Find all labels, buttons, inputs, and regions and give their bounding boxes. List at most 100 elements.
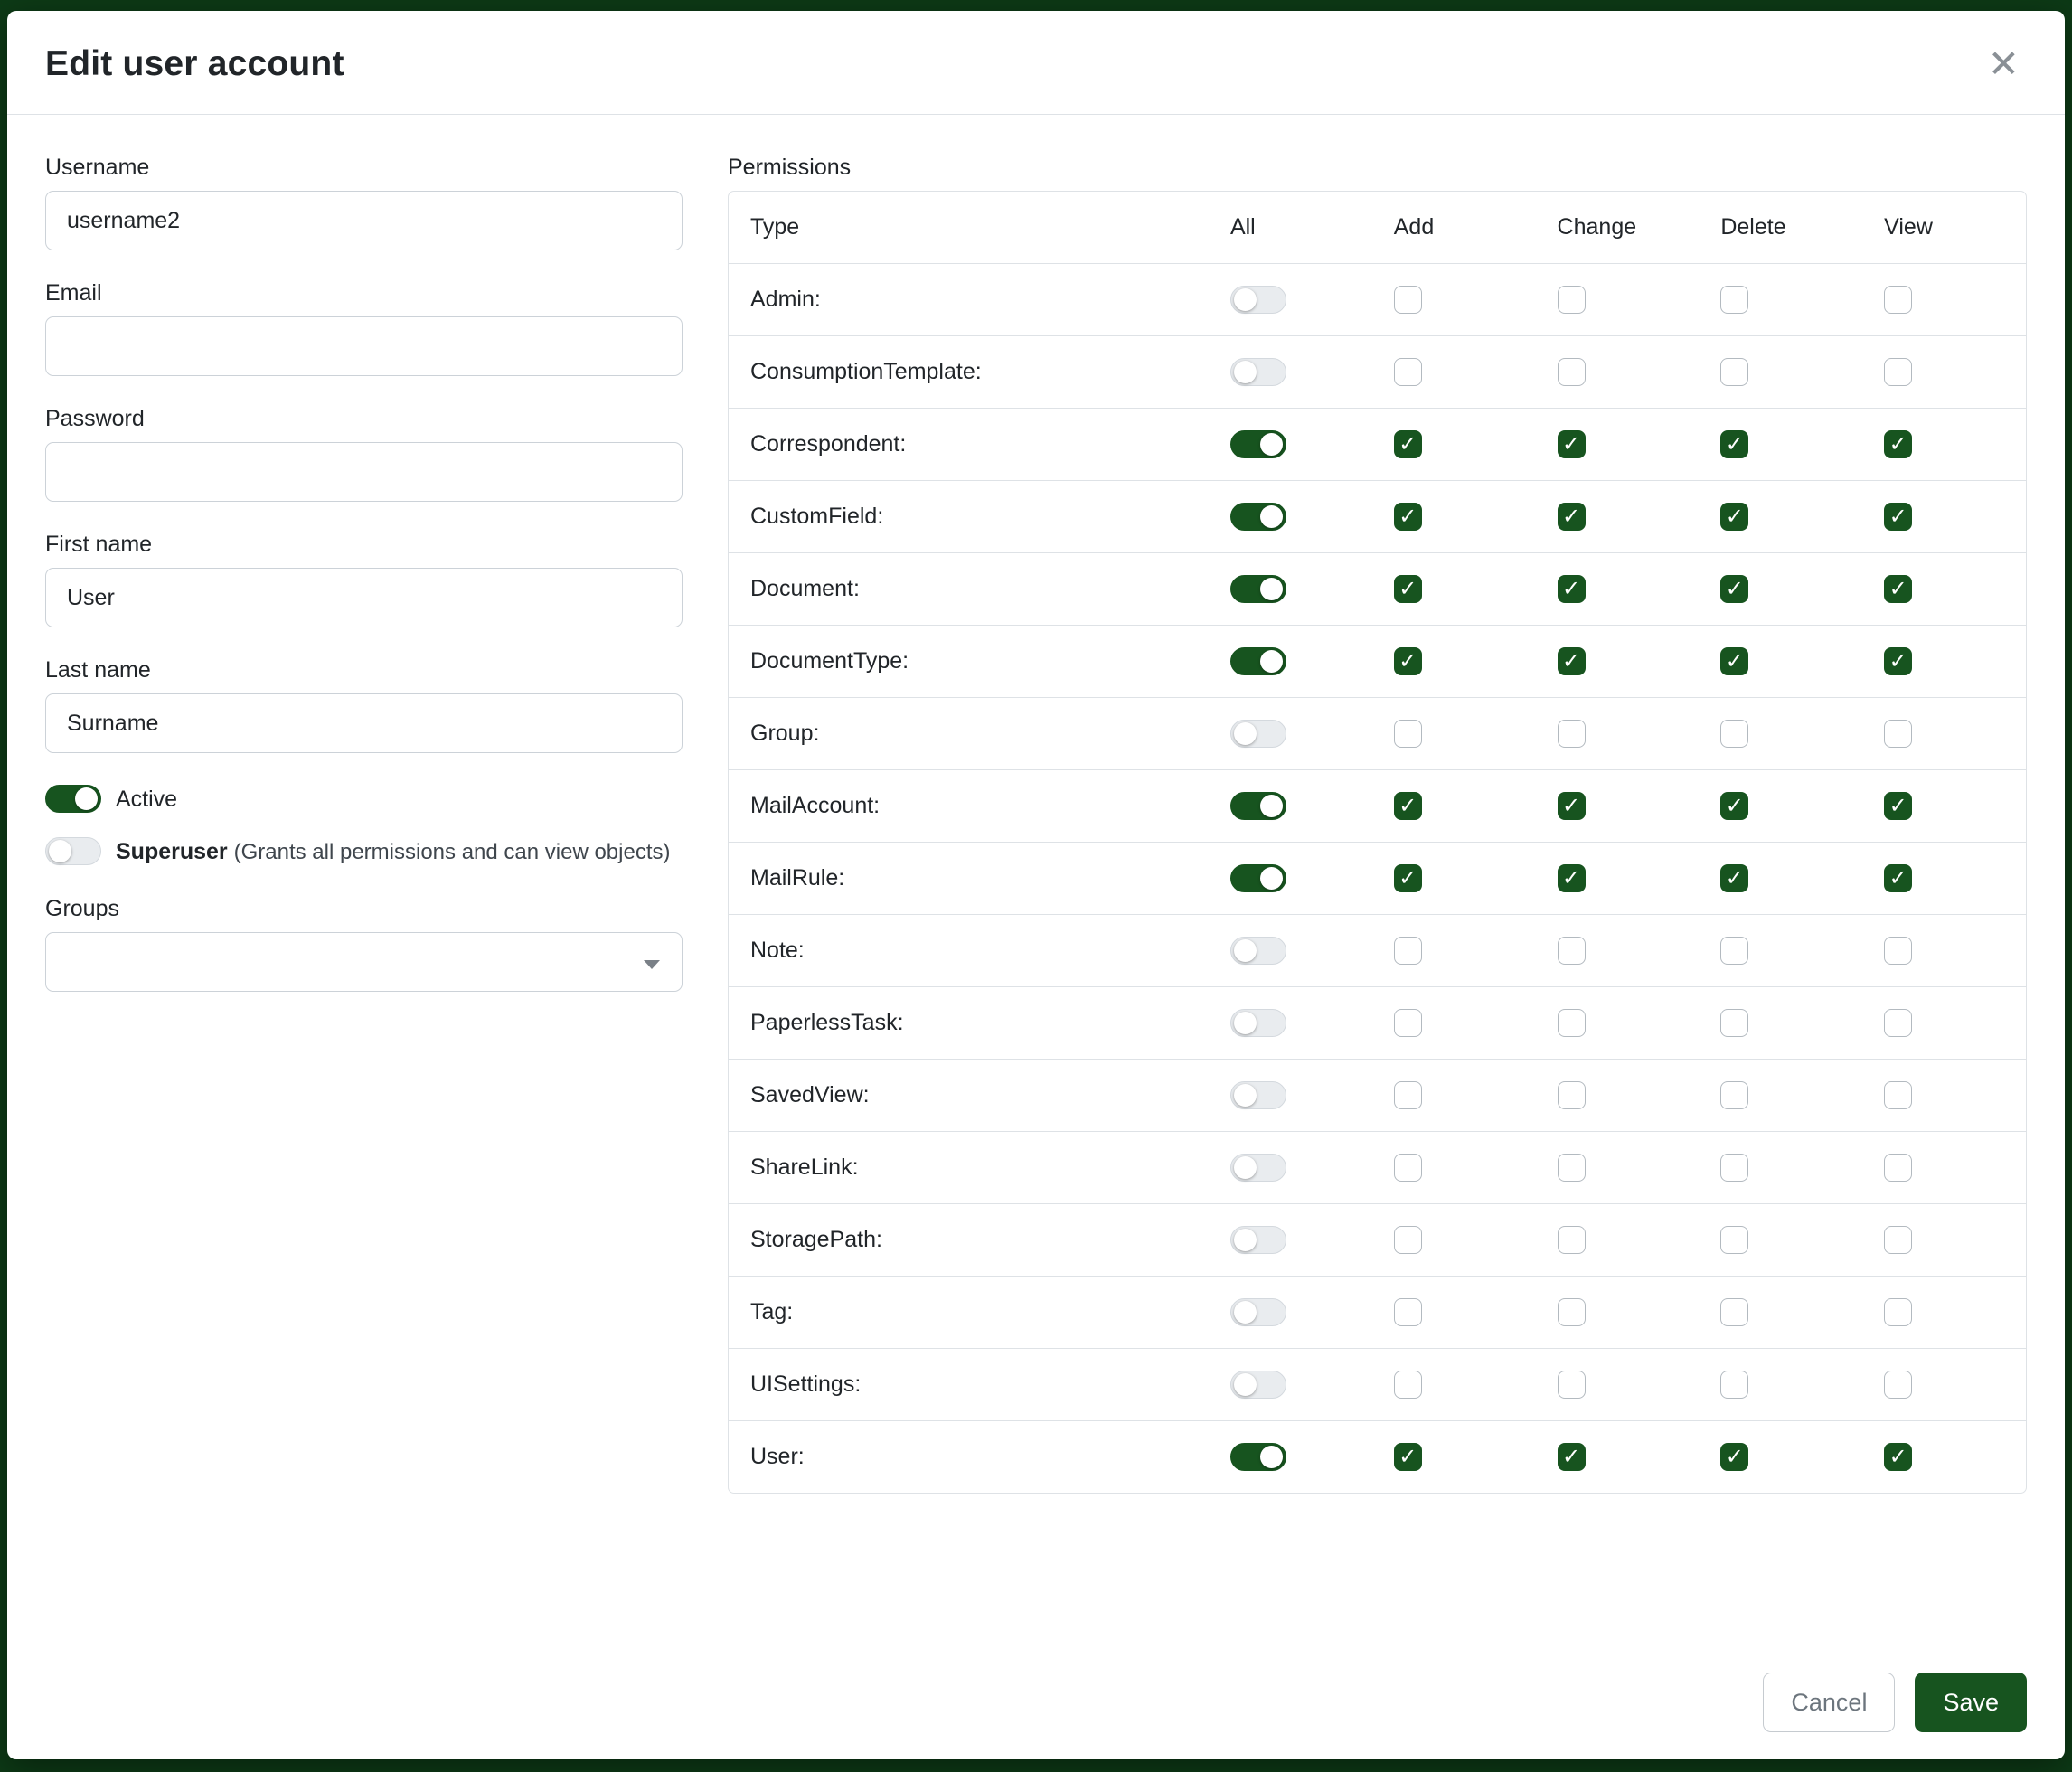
permission-delete-checkbox[interactable] (1720, 503, 1748, 531)
permission-add-checkbox[interactable] (1394, 1226, 1422, 1254)
permission-add-checkbox[interactable] (1394, 286, 1422, 314)
permission-view-checkbox[interactable] (1884, 286, 1912, 314)
permission-all-toggle[interactable] (1230, 503, 1286, 531)
username-input[interactable] (45, 191, 683, 250)
permission-view-checkbox[interactable] (1884, 1443, 1912, 1471)
permission-view-checkbox[interactable] (1884, 647, 1912, 675)
permission-all-toggle[interactable] (1230, 1009, 1286, 1037)
permission-delete-checkbox[interactable] (1720, 647, 1748, 675)
permission-add-checkbox[interactable] (1394, 1081, 1422, 1109)
permission-delete-checkbox[interactable] (1720, 1226, 1748, 1254)
col-header-view: View (1862, 192, 2026, 264)
permission-delete-checkbox[interactable] (1720, 1081, 1748, 1109)
permission-view-checkbox[interactable] (1884, 720, 1912, 748)
permission-view-checkbox[interactable] (1884, 358, 1912, 386)
password-field[interactable] (45, 442, 683, 502)
permission-all-toggle[interactable] (1230, 792, 1286, 820)
permission-all-toggle[interactable] (1230, 937, 1286, 965)
permission-all-toggle[interactable] (1230, 1371, 1286, 1399)
permission-add-checkbox[interactable] (1394, 1443, 1422, 1471)
permission-add-checkbox[interactable] (1394, 792, 1422, 820)
permission-all-toggle[interactable] (1230, 864, 1286, 892)
permission-delete-checkbox[interactable] (1720, 864, 1748, 892)
close-icon[interactable]: ✕ (1981, 42, 2027, 87)
permission-view-checkbox[interactable] (1884, 937, 1912, 965)
permission-view-checkbox[interactable] (1884, 864, 1912, 892)
permission-delete-checkbox[interactable] (1720, 575, 1748, 603)
permission-change-checkbox[interactable] (1558, 575, 1586, 603)
permission-add-checkbox[interactable] (1394, 864, 1422, 892)
permission-view-checkbox[interactable] (1884, 1081, 1912, 1109)
save-button[interactable]: Save (1915, 1673, 2027, 1732)
permission-add-checkbox[interactable] (1394, 647, 1422, 675)
permission-change-checkbox[interactable] (1558, 720, 1586, 748)
permission-add-checkbox[interactable] (1394, 937, 1422, 965)
permission-delete-checkbox[interactable] (1720, 1443, 1748, 1471)
permission-change-checkbox[interactable] (1558, 1226, 1586, 1254)
permission-change-checkbox[interactable] (1558, 1081, 1586, 1109)
permission-change-checkbox[interactable] (1558, 286, 1586, 314)
superuser-toggle[interactable] (45, 837, 101, 865)
permission-change-checkbox[interactable] (1558, 430, 1586, 458)
permission-all-toggle[interactable] (1230, 720, 1286, 748)
permission-change-checkbox[interactable] (1558, 864, 1586, 892)
permission-change-checkbox[interactable] (1558, 647, 1586, 675)
permission-change-checkbox[interactable] (1558, 1443, 1586, 1471)
permission-view-checkbox[interactable] (1884, 1009, 1912, 1037)
permission-delete-checkbox[interactable] (1720, 792, 1748, 820)
active-toggle[interactable] (45, 785, 101, 813)
permission-all-toggle[interactable] (1230, 286, 1286, 314)
permission-view-checkbox[interactable] (1884, 575, 1912, 603)
permission-add-checkbox[interactable] (1394, 1009, 1422, 1037)
permission-view-checkbox[interactable] (1884, 503, 1912, 531)
permission-all-toggle[interactable] (1230, 1154, 1286, 1182)
permission-delete-checkbox[interactable] (1720, 1298, 1748, 1326)
permission-delete-checkbox[interactable] (1720, 286, 1748, 314)
permission-add-checkbox[interactable] (1394, 1154, 1422, 1182)
permission-all-toggle[interactable] (1230, 1081, 1286, 1109)
permission-delete-checkbox[interactable] (1720, 1371, 1748, 1399)
permission-change-checkbox[interactable] (1558, 1009, 1586, 1037)
permission-delete-checkbox[interactable] (1720, 937, 1748, 965)
permission-all-toggle[interactable] (1230, 575, 1286, 603)
permission-add-checkbox[interactable] (1394, 503, 1422, 531)
permission-view-checkbox[interactable] (1884, 1371, 1912, 1399)
last-name-input[interactable] (45, 693, 683, 753)
permission-delete-checkbox[interactable] (1720, 358, 1748, 386)
permission-change-checkbox[interactable] (1558, 1298, 1586, 1326)
permission-delete-checkbox[interactable] (1720, 720, 1748, 748)
first-name-input[interactable] (45, 568, 683, 627)
permission-add-checkbox[interactable] (1394, 358, 1422, 386)
permission-delete-checkbox[interactable] (1720, 1009, 1748, 1037)
permission-add-checkbox[interactable] (1394, 1371, 1422, 1399)
permission-view-checkbox[interactable] (1884, 1226, 1912, 1254)
permission-add-checkbox[interactable] (1394, 720, 1422, 748)
permission-change-checkbox[interactable] (1558, 503, 1586, 531)
groups-select[interactable] (45, 932, 683, 992)
permission-change-checkbox[interactable] (1558, 1154, 1586, 1182)
permission-view-checkbox[interactable] (1884, 1298, 1912, 1326)
chevron-down-icon (644, 960, 660, 969)
permission-change-checkbox[interactable] (1558, 937, 1586, 965)
email-field[interactable] (45, 316, 683, 376)
cancel-button[interactable]: Cancel (1763, 1673, 1895, 1732)
permission-view-checkbox[interactable] (1884, 1154, 1912, 1182)
permission-all-toggle[interactable] (1230, 647, 1286, 675)
permission-all-toggle[interactable] (1230, 1298, 1286, 1326)
groups-label: Groups (45, 896, 683, 922)
superuser-text: Superuser (Grants all permissions and ca… (116, 835, 670, 869)
permission-change-checkbox[interactable] (1558, 1371, 1586, 1399)
permission-delete-checkbox[interactable] (1720, 1154, 1748, 1182)
permission-view-checkbox[interactable] (1884, 430, 1912, 458)
permission-all-toggle[interactable] (1230, 1443, 1286, 1471)
permission-all-toggle[interactable] (1230, 1226, 1286, 1254)
permission-add-checkbox[interactable] (1394, 430, 1422, 458)
permission-add-checkbox[interactable] (1394, 1298, 1422, 1326)
permission-delete-checkbox[interactable] (1720, 430, 1748, 458)
permission-change-checkbox[interactable] (1558, 792, 1586, 820)
permission-all-toggle[interactable] (1230, 430, 1286, 458)
permission-add-checkbox[interactable] (1394, 575, 1422, 603)
permission-view-checkbox[interactable] (1884, 792, 1912, 820)
permission-change-checkbox[interactable] (1558, 358, 1586, 386)
permission-all-toggle[interactable] (1230, 358, 1286, 386)
